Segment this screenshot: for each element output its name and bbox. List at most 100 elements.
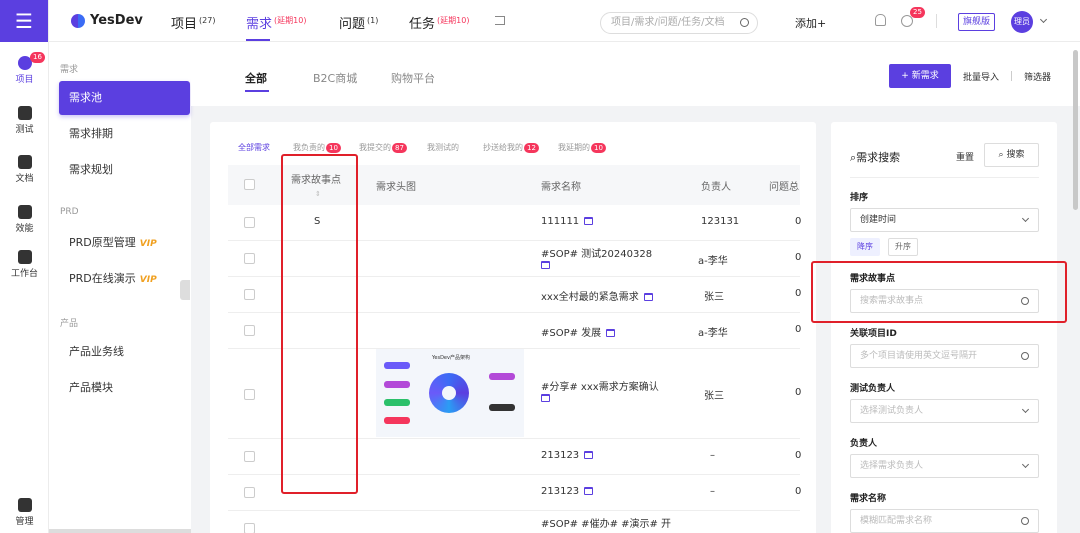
requirement-name[interactable]: #分享# xxx需求方案确认 — [541, 378, 671, 404]
row-checkbox[interactable] — [244, 487, 255, 498]
horizontal-scrollbar[interactable] — [49, 529, 191, 533]
new-requirement-button[interactable]: + 新需求 — [889, 64, 951, 88]
rail-item-doc[interactable]: 文档 — [0, 155, 49, 184]
table-row[interactable]: #SOP# 发展 a-李华 0 — [228, 313, 801, 349]
row-checkbox[interactable] — [244, 389, 255, 400]
project-id-input[interactable]: 多个项目请使用英文逗号隔开 — [850, 344, 1039, 368]
row-checkbox[interactable] — [244, 451, 255, 462]
calendar-icon — [643, 293, 653, 301]
subtab-mine[interactable]: 我负责的 10 — [293, 142, 341, 153]
tab-shopping[interactable]: 购物平台 — [391, 70, 435, 86]
divider — [936, 14, 937, 28]
chevron-down-icon — [1021, 405, 1030, 414]
rail-item-test[interactable]: 测试 — [0, 106, 49, 135]
sidebar-item-pool[interactable]: 需求池 — [59, 81, 190, 115]
row-checkbox[interactable] — [244, 217, 255, 228]
subtab-tested[interactable]: 我测试的 — [427, 142, 459, 153]
sort-select[interactable]: 创建时间 — [850, 208, 1039, 232]
table-row[interactable]: 213123 – 0 — [228, 439, 801, 475]
rail-item-efficiency[interactable]: 效能 — [0, 205, 49, 234]
owner-cell: 123131 — [701, 216, 740, 227]
requirement-name[interactable]: #SOP# 测试20240328 — [541, 245, 671, 271]
thumb-diagram — [429, 373, 469, 413]
subtab-cc[interactable]: 抄送给我的 12 — [483, 142, 539, 153]
requirement-name[interactable]: 111111 — [541, 216, 594, 227]
thumb-block — [489, 373, 515, 380]
rail-item-manage[interactable]: 管理 — [0, 498, 49, 527]
tester-select[interactable]: 选择测试负责人 — [850, 399, 1039, 423]
story-points-label: 需求故事点 — [850, 274, 896, 284]
sidebar-item-plan[interactable]: 需求规划 — [59, 153, 190, 187]
requirement-name[interactable]: 213123 — [541, 486, 594, 497]
add-button[interactable]: 添加+ — [795, 15, 826, 31]
nav-requirement[interactable]: 需求 (延期10) — [246, 13, 306, 32]
owner-select[interactable]: 选择需求负责人 — [850, 454, 1039, 478]
exit-icon[interactable] — [495, 16, 505, 25]
table-row[interactable]: #SOP# #催办# #演示# 开 — [228, 511, 800, 533]
logo[interactable]: YesDev — [71, 13, 143, 28]
table-row[interactable]: #SOP# 测试20240328 a-李华 0 — [228, 241, 801, 277]
tab-b2c[interactable]: B2C商城 — [313, 70, 357, 86]
name-label: 需求名称 — [850, 494, 887, 504]
requirement-thumbnail[interactable]: YesDev产品架构 — [376, 349, 524, 437]
sort-desc-toggle[interactable]: 降序 — [850, 238, 880, 256]
divider — [1011, 71, 1012, 81]
row-checkbox[interactable] — [244, 523, 255, 533]
filter-title: ⌕需求搜索 — [850, 151, 901, 164]
chevron-down-icon[interactable] — [1039, 15, 1048, 24]
select-all-checkbox[interactable] — [244, 179, 255, 190]
sidebar-item-prd-demo[interactable]: PRD在线演示 VIP — [59, 262, 190, 296]
owner-cell: a-李华 — [698, 256, 728, 267]
doc-icon — [17, 155, 32, 169]
logo-icon — [71, 13, 85, 28]
story-points-search-input[interactable]: 搜索需求故事点 — [850, 289, 1039, 313]
rail-item-workbench[interactable]: 工作台 — [0, 250, 49, 279]
subtab-all[interactable]: 全部需求 — [238, 142, 270, 153]
main-toolbar: 全部 B2C商城 购物平台 + 新需求 批量导入 筛选器 — [191, 42, 1080, 106]
requirement-name[interactable]: xxx全村最的紧急需求 — [541, 288, 653, 303]
menu-toggle-button[interactable]: ☰ — [0, 0, 48, 42]
column-issues: 问题总 — [769, 182, 799, 193]
filter-search-button[interactable]: ⌕ 搜索 — [984, 143, 1039, 167]
sidebar-item-prd-manage[interactable]: PRD原型管理 VIP — [59, 226, 190, 260]
row-checkbox[interactable] — [244, 253, 255, 264]
sidebar-group-label: PRD — [60, 207, 79, 217]
edition-badge[interactable]: 旗舰版 — [958, 13, 996, 31]
vertical-scrollbar[interactable] — [1073, 50, 1078, 210]
row-checkbox[interactable] — [244, 289, 255, 300]
requirement-name[interactable]: 213123 — [541, 450, 594, 461]
requirement-name[interactable]: #SOP# #催办# #演示# 开 — [541, 515, 671, 530]
sort-asc-toggle[interactable]: 升序 — [888, 238, 918, 256]
column-story-points[interactable]: 需求故事点 — [291, 171, 341, 186]
subtab-submitted[interactable]: 我提交的 87 — [359, 142, 407, 153]
row-checkbox[interactable] — [244, 325, 255, 336]
table-row[interactable]: 213123 – 0 — [228, 475, 801, 511]
sort-icon[interactable]: ⇕ — [315, 190, 321, 198]
table-row[interactable]: S 111111 123131 0 — [228, 205, 801, 241]
bulk-import-button[interactable]: 批量导入 — [963, 70, 999, 83]
owner-cell: 张三 — [704, 292, 724, 303]
table-row[interactable]: xxx全村最的紧急需求 张三 0 — [228, 277, 801, 313]
name-search-input[interactable]: 模糊匹配需求名称 — [850, 509, 1039, 533]
table-row[interactable]: YesDev产品架构 #分享# xxx需求方案确认 张三 0 — [228, 349, 801, 439]
sidebar-item-business-line[interactable]: 产品业务线 — [59, 335, 190, 369]
tab-all[interactable]: 全部 — [245, 70, 267, 86]
tester-label: 测试负责人 — [850, 384, 896, 394]
avatar[interactable]: 理员 — [1011, 11, 1033, 33]
sidebar-item-module[interactable]: 产品模块 — [59, 371, 190, 405]
requirement-name[interactable]: #SOP# 发展 — [541, 324, 616, 339]
bell-icon[interactable] — [875, 14, 886, 26]
nav-issue[interactable]: 问题 (1) — [339, 13, 378, 32]
table-header: 需求故事点 ⇕ 需求头图 需求名称 负责人 问题总 — [228, 165, 800, 205]
subtab-delayed[interactable]: 我延期的 10 — [558, 142, 606, 153]
reset-button[interactable]: 重置 — [956, 150, 974, 163]
global-search-input[interactable]: 项目/需求/问题/任务/文档 — [600, 12, 758, 34]
nav-project[interactable]: 项目 (27) — [171, 13, 215, 32]
filter-button[interactable]: 筛选器 — [1024, 70, 1051, 83]
sidebar-collapse-handle[interactable] — [180, 280, 190, 300]
manage-icon — [17, 498, 32, 512]
rail-item-project[interactable]: 16 项目 — [0, 52, 49, 85]
vip-badge: VIP — [139, 275, 157, 285]
nav-task[interactable]: 任务 (延期10) — [409, 13, 469, 32]
sidebar-item-schedule[interactable]: 需求排期 — [59, 117, 190, 151]
